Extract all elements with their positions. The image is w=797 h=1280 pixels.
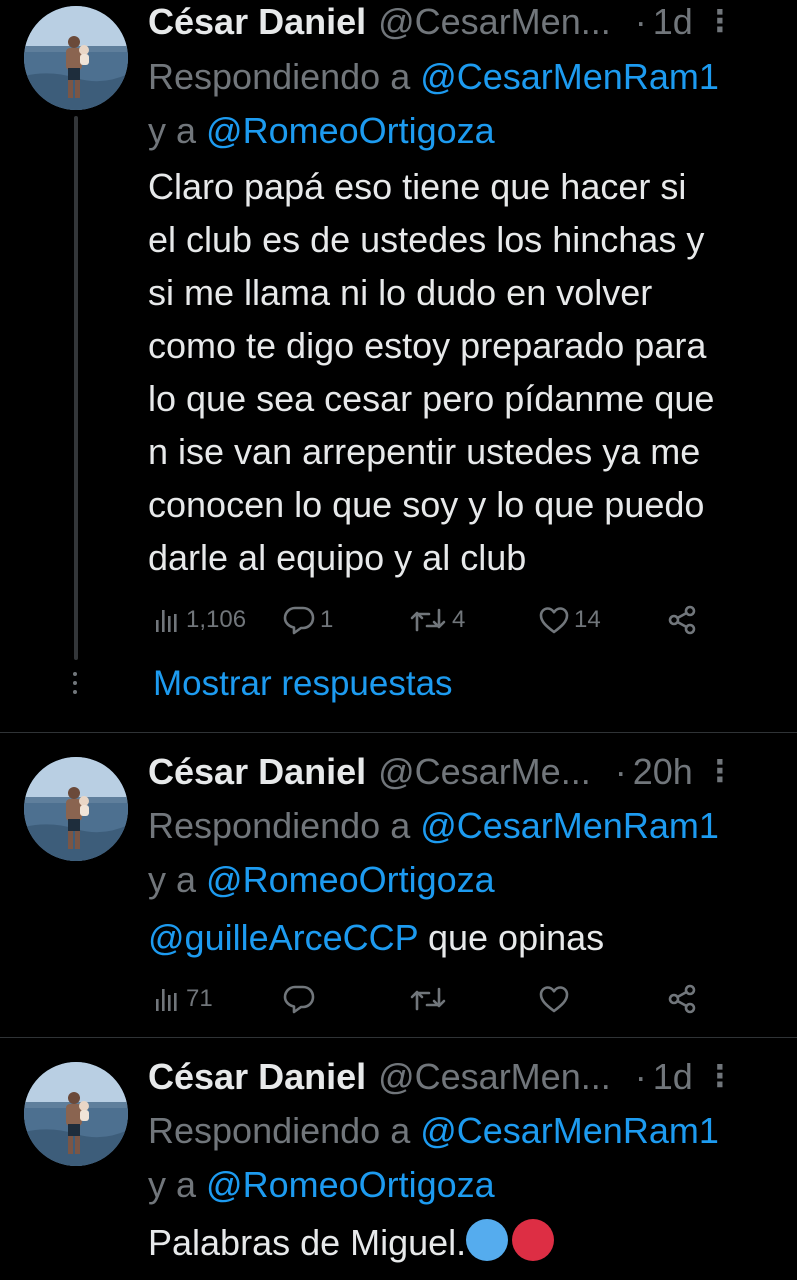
text-line: darle al equipo y al club	[148, 537, 527, 578]
share-icon	[668, 605, 696, 635]
reply-button[interactable]	[282, 979, 316, 1019]
replying-prefix: Respondiendo a	[148, 805, 421, 846]
text-line: Claro papá eso tiene que hacer si	[148, 166, 687, 207]
thread-line	[74, 116, 78, 660]
reply-count: 1	[320, 606, 334, 633]
share-button[interactable]	[666, 979, 698, 1019]
separator-dot: ·	[634, 1056, 647, 1097]
display-name[interactable]: César Daniel	[148, 1055, 366, 1099]
retweet-button[interactable]: 4	[408, 600, 465, 640]
display-name[interactable]: César Daniel	[148, 750, 366, 794]
mention-link[interactable]: @RomeoOrtigoza	[206, 859, 495, 900]
tweet-text-content: Palabras de Miguel.	[148, 1222, 467, 1263]
more-options-icon[interactable]: ⋮	[705, 750, 735, 794]
display-name[interactable]: César Daniel	[148, 0, 366, 44]
thread-ellipsis-icon	[72, 672, 78, 699]
tweet-text: Claro papá eso tiene que hacer si el clu…	[148, 160, 788, 584]
views-count: 71	[186, 985, 213, 1012]
mention-link[interactable]: @RomeoOrtigoza	[206, 1164, 495, 1205]
like-count: 14	[574, 606, 601, 633]
timestamp[interactable]: 1d	[653, 1055, 693, 1099]
replying-to: Respondiendo a @CesarMenRam1 y a @RomeoO…	[148, 50, 788, 158]
views-icon	[156, 610, 177, 632]
tweet-2[interactable]: César Daniel @CesarMe... · 20h ⋮ Respond…	[0, 733, 797, 1036]
replying-and: y a	[148, 859, 207, 900]
timestamp[interactable]: 20h	[633, 750, 693, 794]
separator-dot: ·	[614, 751, 627, 792]
red-circle-emoji	[512, 1219, 555, 1261]
avatar-photo	[24, 1062, 128, 1166]
tweet-3[interactable]: César Daniel @CesarMen... · 1d ⋮ Respond…	[0, 1038, 797, 1280]
tweet-header: César Daniel @CesarMen... · 1d ⋮	[148, 0, 769, 44]
tweet-1[interactable]: César Daniel @CesarMen... · 1d ⋮ Respond…	[0, 0, 797, 730]
tweet-header: César Daniel @CesarMen... · 1d ⋮	[148, 1055, 769, 1099]
mention-link[interactable]: @CesarMenRam1	[420, 805, 719, 846]
mention-link[interactable]: @RomeoOrtigoza	[206, 110, 495, 151]
text-line: lo que sea cesar pero pídanme que	[148, 378, 715, 419]
tweet-header: César Daniel @CesarMe... · 20h ⋮	[148, 750, 769, 794]
text-line: conocen lo que soy y lo que puedo	[148, 484, 705, 525]
like-button[interactable]	[538, 979, 570, 1019]
avatar[interactable]	[24, 1062, 128, 1166]
retweet-icon	[410, 987, 446, 1011]
avatar[interactable]	[24, 6, 128, 110]
reply-button[interactable]: 1	[282, 600, 333, 640]
tweet-feed: César Daniel @CesarMen... · 1d ⋮ Respond…	[0, 0, 797, 1280]
text-line: como te digo estoy preparado para	[148, 325, 707, 366]
avatar[interactable]	[24, 757, 128, 861]
user-handle[interactable]: @CesarMen...	[378, 1055, 611, 1099]
views-button[interactable]: 1,106	[154, 600, 246, 640]
replying-to: Respondiendo a @CesarMenRam1 y a @RomeoO…	[148, 799, 788, 907]
views-count: 1,106	[186, 606, 247, 633]
avatar-photo	[24, 6, 128, 110]
like-button[interactable]: 14	[538, 600, 601, 640]
avatar-photo	[24, 757, 128, 861]
views-icon	[156, 989, 177, 1011]
text-line: el club es de ustedes los hinchas y	[148, 219, 705, 260]
user-handle[interactable]: @CesarMe...	[378, 750, 591, 794]
text-line: si me llama ni lo dudo en volver	[148, 272, 653, 313]
show-replies-link[interactable]: Mostrar respuestas	[153, 662, 453, 706]
tweet-text-content: que opinas	[417, 917, 605, 958]
retweet-count: 4	[452, 606, 466, 633]
share-button[interactable]	[666, 600, 698, 640]
more-options-icon[interactable]: ⋮	[705, 0, 735, 44]
replying-prefix: Respondiendo a	[148, 56, 421, 97]
timestamp[interactable]: 1d	[653, 0, 693, 44]
retweet-button[interactable]	[408, 979, 448, 1019]
replying-and: y a	[148, 110, 207, 151]
tweet-actions: 71	[148, 979, 748, 1019]
retweet-icon	[410, 608, 446, 632]
mention-link[interactable]: @guilleArceCCP	[148, 917, 418, 958]
replying-and: y a	[148, 1164, 207, 1205]
mention-link[interactable]: @CesarMenRam1	[420, 56, 719, 97]
views-button[interactable]: 71	[154, 979, 213, 1019]
separator-dot: ·	[634, 1, 647, 42]
replying-prefix: Respondiendo a	[148, 1110, 421, 1151]
reply-icon	[283, 606, 315, 635]
heart-icon	[539, 607, 569, 634]
blue-circle-emoji	[466, 1219, 509, 1261]
tweet-actions: 1,106 1 4 14	[148, 600, 748, 640]
more-options-icon[interactable]: ⋮	[705, 1055, 735, 1099]
mention-link[interactable]: @CesarMenRam1	[420, 1110, 719, 1151]
tweet-text: Palabras de Miguel.	[148, 1216, 788, 1269]
share-icon	[668, 984, 696, 1014]
user-handle[interactable]: @CesarMen...	[378, 0, 611, 44]
tweet-text: @guilleArceCCP que opinas	[148, 911, 788, 964]
reply-icon	[283, 985, 315, 1014]
text-line: n ise van arrepentir ustedes ya me	[148, 431, 701, 472]
heart-icon	[539, 986, 569, 1013]
replying-to: Respondiendo a @CesarMenRam1 y a @RomeoO…	[148, 1104, 788, 1212]
